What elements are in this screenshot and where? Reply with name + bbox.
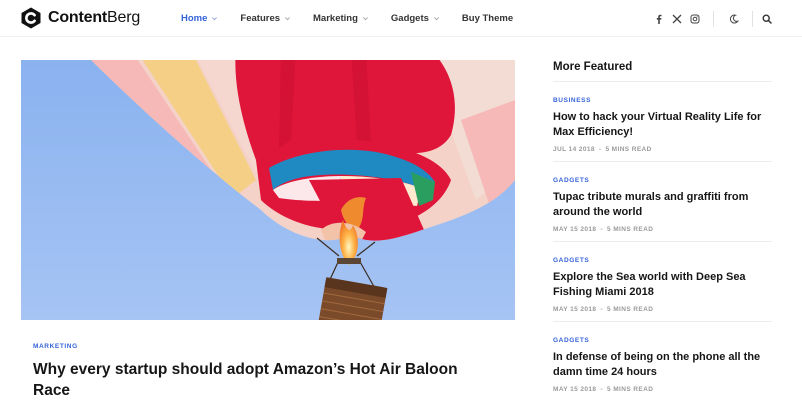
post-category[interactable]: Gadgets	[553, 177, 772, 184]
post-date: May 15 2018	[553, 386, 597, 393]
post-title[interactable]: How to hack your Virtual Reality Life fo…	[553, 110, 772, 140]
post-meta: Jul 14 2018 - 5 Mins Read	[553, 146, 772, 153]
post-meta: May 15 2018 - 5 Mins Read	[553, 226, 772, 233]
post-divider	[553, 241, 772, 242]
sidebar-heading: More Featured	[553, 61, 633, 73]
post-category[interactable]: Business	[553, 97, 772, 104]
nav-item-gadgets[interactable]: Gadgets	[391, 13, 440, 24]
post-read-time: 5 Mins Read	[607, 306, 654, 313]
sidebar-post: Gadgets Tupac tribute murals and graffit…	[553, 177, 772, 242]
sidebar-post: Business How to hack your Virtual Realit…	[553, 97, 772, 162]
hot-air-balloon-photo	[21, 60, 515, 320]
featured-category[interactable]: Marketing	[33, 343, 78, 350]
meta-separator: -	[600, 386, 604, 393]
post-meta: May 15 2018 - 5 Mins Read	[553, 306, 772, 313]
post-category[interactable]: Gadgets	[553, 337, 772, 344]
facebook-icon[interactable]	[653, 13, 665, 25]
logo-text: ContentBerg	[48, 9, 140, 27]
logo-text-bold: Content	[48, 9, 108, 26]
meta-separator: -	[600, 306, 604, 313]
sidebar-post: Gadgets In defense of being on the phone…	[553, 337, 772, 393]
post-title[interactable]: In defense of being on the phone all the…	[553, 350, 772, 380]
logo-hexagon-icon	[21, 7, 41, 29]
post-date: May 15 2018	[553, 306, 597, 313]
chevron-down-icon	[433, 17, 439, 21]
post-date: May 15 2018	[553, 226, 597, 233]
header-divider	[752, 10, 753, 27]
post-date: Jul 14 2018	[553, 146, 595, 153]
post-meta: May 15 2018 - 5 Mins Read	[553, 386, 772, 393]
site-header: ContentBerg Home Features Marketing Gadg…	[0, 0, 802, 37]
post-title[interactable]: Explore the Sea world with Deep Sea Fish…	[553, 270, 772, 300]
post-title[interactable]: Tupac tribute murals and graffiti from a…	[553, 190, 772, 220]
nav-item-label: Gadgets	[390, 13, 429, 24]
featured-image[interactable]	[21, 60, 515, 320]
post-category[interactable]: Gadgets	[553, 257, 772, 264]
meta-separator: -	[598, 146, 602, 153]
sidebar-heading-divider	[553, 81, 772, 82]
meta-separator: -	[600, 226, 604, 233]
nav-item-buy-theme[interactable]: Buy Theme	[462, 13, 513, 24]
logo-text-light: Berg	[107, 9, 141, 26]
main-nav: Home Features Marketing Gadgets Buy Them…	[181, 0, 535, 37]
post-divider	[553, 161, 772, 162]
nav-item-label: Marketing	[313, 13, 358, 24]
post-divider	[553, 321, 772, 322]
header-divider	[713, 10, 714, 27]
nav-item-label: Features	[240, 13, 281, 24]
instagram-icon[interactable]	[689, 13, 701, 25]
chevron-down-icon	[284, 17, 291, 21]
nav-item-features[interactable]: Features	[240, 13, 291, 24]
dark-mode-moon-icon[interactable]	[728, 13, 740, 25]
search-icon[interactable]	[761, 13, 773, 25]
header-icons	[647, 0, 802, 37]
nav-item-marketing[interactable]: Marketing	[313, 13, 369, 24]
x-twitter-icon[interactable]	[671, 13, 683, 25]
post-read-time: 5 Mins Read	[607, 226, 654, 233]
site-logo[interactable]: ContentBerg	[20, 7, 140, 29]
nav-item-label: Buy Theme	[461, 13, 514, 24]
nav-item-label: Home	[181, 13, 208, 24]
post-read-time: 5 Mins Read	[605, 146, 652, 153]
featured-title[interactable]: Why every startup should adopt Amazon’s …	[33, 359, 493, 401]
chevron-down-icon	[212, 17, 218, 21]
sidebar-post: Gadgets Explore the Sea world with Deep …	[553, 257, 772, 322]
chevron-down-icon	[362, 17, 368, 21]
post-read-time: 5 Mins Read	[607, 386, 654, 393]
nav-item-home[interactable]: Home	[181, 13, 218, 24]
